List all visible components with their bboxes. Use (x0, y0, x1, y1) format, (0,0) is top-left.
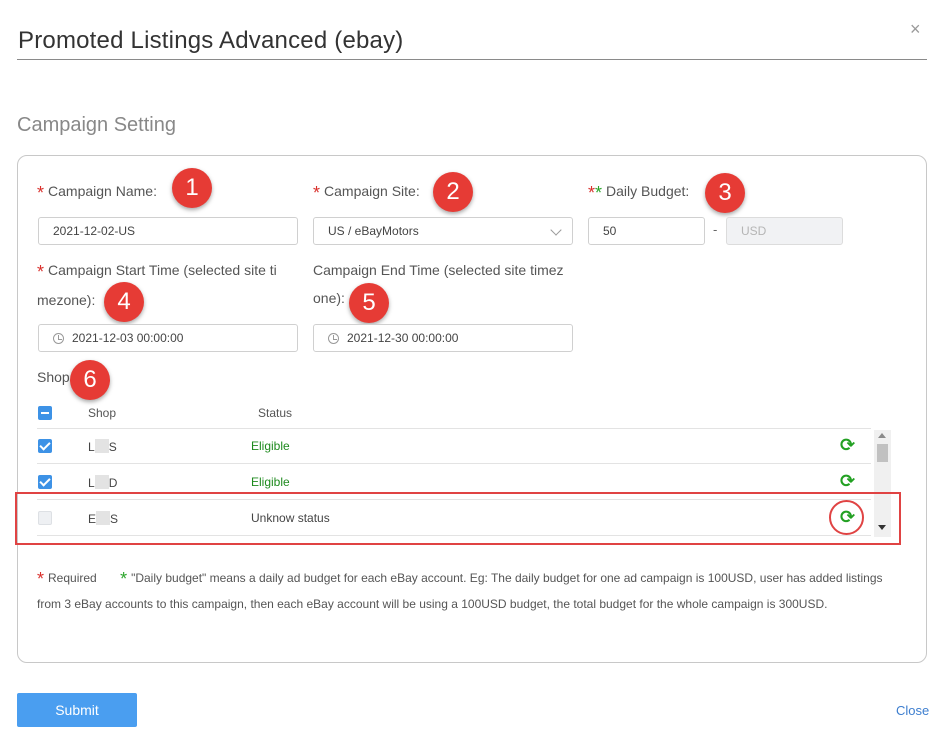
annotation-badge-3: 3 (705, 173, 745, 213)
budget-explanation: "Daily budget" means a daily ad budget f… (37, 571, 883, 611)
row-checkbox[interactable] (38, 475, 52, 489)
required-legend: Required (48, 571, 97, 585)
shop-section-label: Shop (37, 369, 70, 385)
campaign-name-label-text: Campaign Name: (48, 183, 157, 199)
end-time-label-line1: Campaign End Time (selected site timez (313, 262, 564, 278)
campaign-site-value: US / eBayMotors (328, 224, 419, 238)
budget-note-marker: * (120, 569, 128, 589)
table-divider (37, 428, 871, 429)
required-marker: * (313, 183, 321, 203)
required-marker: * (37, 262, 45, 282)
start-time-label: * Campaign Start Time (selected site ti m… (37, 256, 277, 314)
highlight-circle (829, 500, 864, 535)
campaign-name-label: * Campaign Name: (37, 183, 157, 204)
daily-budget-input[interactable]: 50 (588, 217, 705, 245)
table-divider (37, 463, 871, 464)
daily-budget-label-text: Daily Budget: (606, 183, 690, 199)
annotation-badge-5: 5 (349, 283, 389, 323)
status-column-header: Status (258, 406, 293, 420)
select-all-checkbox[interactable] (38, 406, 52, 420)
campaign-site-select[interactable]: US / eBayMotors (313, 217, 573, 245)
title-divider (17, 59, 927, 60)
scroll-up-icon[interactable] (878, 433, 886, 438)
submit-button[interactable]: Submit (17, 693, 137, 727)
row-checkbox[interactable] (38, 439, 52, 453)
clock-icon (53, 332, 64, 344)
start-time-value: 2021-12-03 00:00:00 (72, 331, 184, 345)
shop-name-cell: LD (88, 475, 118, 490)
daily-budget-label: ** Daily Budget: (588, 183, 689, 204)
highlight-box (15, 492, 901, 545)
start-time-picker[interactable]: 2021-12-03 00:00:00 (38, 324, 298, 352)
annotation-badge-1: 1 (172, 168, 212, 208)
shop-name-cell: LS (88, 439, 117, 454)
clock-icon (328, 332, 339, 344)
scrollbar-thumb[interactable] (877, 444, 888, 462)
required-marker: * (37, 569, 45, 589)
budget-note-marker: * (595, 183, 603, 203)
campaign-name-input[interactable]: 2021-12-02-US (38, 217, 298, 245)
refresh-icon[interactable]: ⟳ (840, 436, 855, 454)
annotation-badge-2: 2 (433, 172, 473, 212)
dialog-title: Promoted Listings Advanced (ebay) (18, 27, 404, 54)
campaign-site-label-text: Campaign Site: (324, 183, 420, 199)
status-cell: Eligible (251, 475, 290, 489)
budget-separator: - (713, 222, 718, 237)
start-time-label-line1: Campaign Start Time (selected site ti (48, 262, 277, 278)
shop-column-header: Shop (88, 406, 117, 420)
status-cell: Eligible (251, 439, 290, 453)
required-marker: * (588, 183, 596, 203)
chevron-down-icon (550, 224, 562, 236)
refresh-icon[interactable]: ⟳ (840, 472, 855, 490)
footnote: * Required * "Daily budget" means a daily … (37, 566, 897, 617)
required-marker: * (37, 183, 45, 203)
end-time-label-line2: one): (313, 290, 345, 306)
currency-field: USD (726, 217, 843, 245)
end-time-picker[interactable]: 2021-12-30 00:00:00 (313, 324, 573, 352)
section-title: Campaign Setting (17, 114, 176, 136)
start-time-label-line2: mezone): (37, 292, 96, 308)
annotation-badge-4: 4 (104, 282, 144, 322)
close-link[interactable]: Close (896, 703, 929, 718)
end-time-value: 2021-12-30 00:00:00 (347, 331, 459, 345)
annotation-badge-6: 6 (70, 360, 110, 400)
close-icon[interactable]: × (910, 20, 921, 38)
campaign-site-label: * Campaign Site: (313, 183, 420, 204)
